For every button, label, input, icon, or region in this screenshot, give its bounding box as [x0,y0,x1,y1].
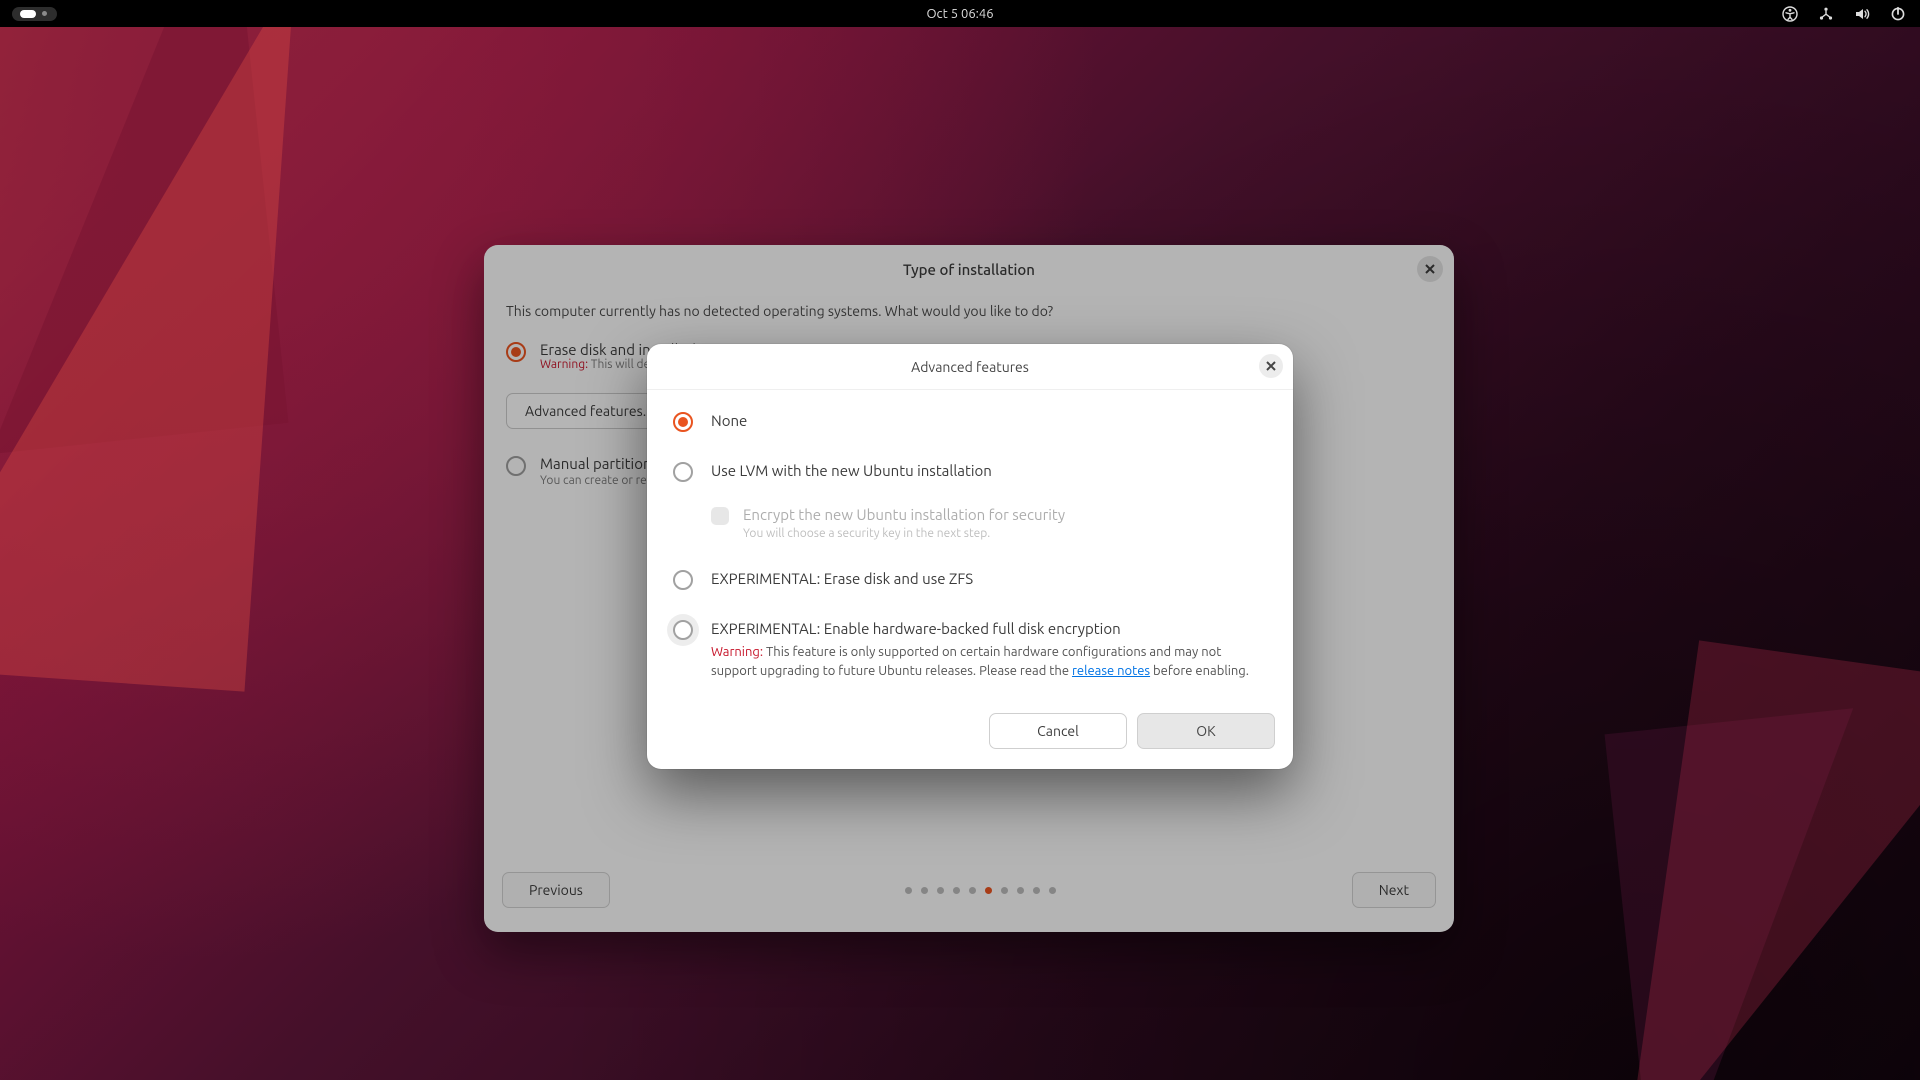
release-notes-link[interactable]: release notes [1072,664,1150,678]
checkbox-encrypt: Encrypt the new Ubuntu installation for … [711,506,1267,540]
option-hw-fde-warning: Warning: This feature is only supported … [711,643,1267,681]
gnome-top-bar: Oct 5 06:46 [0,0,1920,27]
checkbox-encrypt-label: Encrypt the new Ubuntu installation for … [743,506,1065,523]
dialog-title: Advanced features [911,359,1029,375]
advanced-features-dialog: Advanced features None Use LVM with the … [647,344,1293,769]
option-zfs[interactable]: EXPERIMENTAL: Erase disk and use ZFS [673,570,1267,590]
dialog-close-button[interactable] [1259,354,1283,378]
checkbox-encrypt-box [711,507,729,525]
activities-area[interactable] [12,0,57,27]
network-icon[interactable] [1818,6,1834,22]
activities-pill-icon [20,10,36,18]
dialog-footer: Cancel OK [647,701,1293,769]
option-hw-fde-label: EXPERIMENTAL: Enable hardware-backed ful… [711,620,1267,637]
radio-hw-fde[interactable] [673,620,693,640]
volume-icon[interactable] [1854,6,1870,22]
radio-none[interactable] [673,412,693,432]
option-none-label: None [711,412,747,429]
dialog-header: Advanced features [647,344,1293,390]
checkbox-encrypt-hint: You will choose a security key in the ne… [743,527,1065,540]
close-icon [1266,361,1276,371]
wallpaper-shape [1624,640,1920,1080]
option-lvm[interactable]: Use LVM with the new Ubuntu installation [673,462,1267,482]
radio-zfs[interactable] [673,570,693,590]
option-hw-fde[interactable]: EXPERIMENTAL: Enable hardware-backed ful… [673,620,1267,681]
option-zfs-label: EXPERIMENTAL: Erase disk and use ZFS [711,570,973,587]
cancel-button[interactable]: Cancel [989,713,1127,749]
activities-dot-icon [42,11,47,16]
dialog-body: None Use LVM with the new Ubuntu install… [647,390,1293,701]
activities-button[interactable] [12,7,57,21]
accessibility-icon[interactable] [1782,6,1798,22]
clock[interactable]: Oct 5 06:46 [926,7,993,21]
power-icon[interactable] [1890,6,1906,22]
radio-lvm[interactable] [673,462,693,482]
warning-label: Warning: [711,645,763,659]
ok-button[interactable]: OK [1137,713,1275,749]
desktop-wallpaper: Oct 5 06:46 Type of installation Thi [0,0,1920,1080]
warning-text: before enabling. [1150,664,1249,678]
wallpaper-shape [0,0,295,692]
system-tray[interactable] [1782,0,1906,27]
option-lvm-label: Use LVM with the new Ubuntu installation [711,462,992,479]
option-none[interactable]: None [673,412,1267,432]
